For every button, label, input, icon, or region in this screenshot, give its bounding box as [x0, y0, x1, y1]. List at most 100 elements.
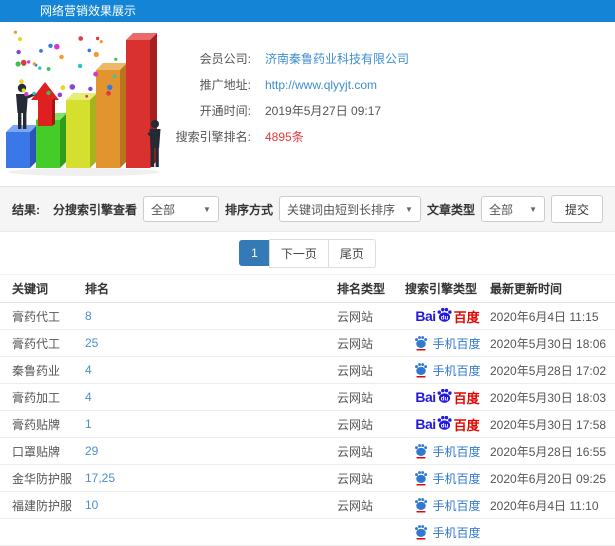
table-row: 手机百度 — [0, 519, 615, 546]
info-field-row: 开通时间: 2019年5月27日 09:17 — [155, 98, 409, 124]
baidu-paw-icon: du — [437, 307, 452, 322]
baidu-bai-text: Bai — [415, 416, 436, 432]
updated-cell: 2020年5月30日 18:06 — [490, 336, 607, 351]
chevron-down-icon: ▼ — [529, 204, 537, 214]
filter-label: 排序方式 — [224, 202, 273, 217]
info-field-label: 开通时间: — [199, 104, 251, 118]
pagination-last-button[interactable]: 尾页 — [327, 238, 376, 268]
baidu-cn-text: 百度 — [453, 417, 480, 433]
baidu-mobile-logo: 手机百度 — [414, 497, 481, 514]
keyword-cell: 膏药加工 — [12, 390, 61, 405]
table-row: 膏药代工 8 云网站 Bai du 百度 2020年6月4日 11:15 — [0, 303, 615, 330]
info-field-value[interactable]: 济南秦鲁药业科技有限公司 — [265, 46, 409, 72]
rank-link[interactable]: 29 — [85, 444, 337, 458]
baidu-cn-text: 百度 — [453, 390, 480, 406]
pagination-next-button[interactable]: 下一页 — [268, 238, 329, 268]
rank-type-cell: 云网站 — [337, 498, 374, 513]
rank-type-cell: 云网站 — [337, 471, 374, 486]
sort-order-select[interactable]: 关键词由短到长排序 ▼ — [278, 196, 421, 222]
pagination: 1 下一页 尾页 — [0, 232, 615, 274]
baidu-mobile-logo: 手机百度 — [414, 362, 481, 379]
column-header: 排名 — [85, 282, 110, 296]
baidu-mobile-logo: 手机百度 — [414, 443, 481, 460]
table-row: 膏药贴牌 1 云网站 Bai du 百度 2020年5月30日 17:58 — [0, 411, 615, 438]
table-header-row: 关键词 排名 排名类型 搜索引擎类型 最新更新时间 — [0, 274, 615, 303]
info-field-label: 推广地址: — [199, 78, 251, 92]
results-filter-bar: 结果: 分搜索引擎查看 全部 ▼ 排序方式 关键词由短到长排序 ▼ 文章类型 全部 ▼ 提交 — [0, 186, 615, 232]
baidu-mobile-text: 手机百度 — [432, 471, 481, 486]
baidu-mobile-text: 手机百度 — [432, 363, 481, 378]
updated-cell: 2020年5月28日 16:55 — [490, 444, 607, 459]
updated-cell: 2020年6月20日 09:25 — [490, 471, 607, 486]
info-field-row: 推广地址: http://www.qlyyjt.com — [155, 72, 409, 98]
baidu-paw-icon: du — [437, 415, 452, 430]
table-row: 膏药加工 4 云网站 Bai du 百度 2020年5月30日 18:03 — [0, 384, 615, 411]
filter-controls: 分搜索引擎查看 全部 ▼ 排序方式 关键词由短到长排序 ▼ 文章类型 全部 ▼ 提交 — [53, 195, 603, 223]
filter-label: 分搜索引擎查看 — [52, 202, 137, 217]
rank-link[interactable]: 10 — [85, 498, 337, 512]
baidu-mobile-paw-icon — [415, 525, 428, 540]
engine-cell: 手机百度 — [405, 362, 490, 379]
baidu-mobile-paw-icon — [415, 498, 428, 513]
page-header: 网络营销效果展示 — [0, 0, 615, 22]
page-title: 网络营销效果展示 — [40, 4, 137, 18]
keyword-ranking-table: 关键词 排名 排名类型 搜索引擎类型 最新更新时间 膏药代工 8 云网站 Bai du 百度 202… — [0, 274, 615, 546]
rank-link[interactable]: 4 — [85, 390, 337, 404]
company-info-fields: 会员公司: 济南秦鲁药业科技有限公司推广地址: http://www.qlyyjt.… — [155, 46, 409, 150]
keyword-cell: 福建防护服 — [12, 498, 73, 513]
baidu-mobile-logo: 手机百度 — [414, 335, 481, 352]
rank-type-cell: 云网站 — [337, 390, 374, 405]
baidu-pc-logo: Bai du 百度 — [415, 307, 480, 326]
submit-button[interactable]: 提交 — [550, 195, 603, 223]
engine-cell: 手机百度 — [405, 524, 490, 541]
rank-type-cell: 云网站 — [337, 444, 374, 459]
updated-cell: 2020年5月30日 17:58 — [490, 417, 607, 432]
keyword-cell: 金华防护服 — [12, 471, 73, 486]
keyword-cell: 秦鲁药业 — [12, 363, 61, 378]
baidu-pc-logo: Bai du 百度 — [415, 388, 480, 407]
engine-cell: 手机百度 — [405, 470, 490, 487]
engine-cell: Bai du 百度 — [405, 415, 490, 434]
baidu-mobile-paw-icon — [415, 363, 428, 378]
engine-filter-select[interactable]: 全部 ▼ — [142, 196, 219, 222]
engine-cell: 手机百度 — [405, 443, 490, 460]
engine-cell: Bai du 百度 — [405, 388, 490, 407]
rank-link[interactable]: 4 — [85, 363, 337, 377]
updated-cell: 2020年6月4日 11:10 — [490, 498, 599, 513]
table-row: 口罩贴牌 29 云网站 手机百度 2020年5月28日 16:55 — [0, 438, 615, 465]
baidu-du-text: du — [440, 422, 448, 429]
column-header: 搜索引擎类型 — [405, 282, 478, 296]
baidu-du-text: du — [440, 314, 448, 321]
updated-cell: 2020年5月30日 18:03 — [490, 390, 607, 405]
rank-link[interactable]: 17,25 — [85, 471, 337, 485]
baidu-mobile-paw-icon — [415, 471, 428, 486]
updated-cell: 2020年5月28日 17:02 — [490, 363, 607, 378]
rank-link[interactable]: 1 — [85, 417, 337, 431]
updated-cell: 2020年6月4日 11:15 — [490, 309, 599, 324]
info-field-value: 2019年5月27日 09:17 — [265, 104, 382, 118]
keyword-cell: 膏药代工 — [12, 309, 61, 324]
info-field-row: 会员公司: 济南秦鲁药业科技有限公司 — [155, 46, 409, 72]
baidu-mobile-text: 手机百度 — [432, 444, 481, 459]
baidu-mobile-paw-icon — [415, 336, 428, 351]
engine-cell: 手机百度 — [405, 497, 490, 514]
article-type-select[interactable]: 全部 ▼ — [480, 196, 545, 222]
engine-cell: Bai du 百度 — [405, 307, 490, 326]
info-field-label: 搜索引擎排名: — [175, 130, 251, 144]
rank-link[interactable]: 25 — [85, 336, 337, 350]
pagination-page-1[interactable]: 1 — [239, 240, 270, 266]
keyword-cell: 口罩贴牌 — [12, 444, 61, 459]
rank-link[interactable]: 8 — [85, 309, 337, 323]
table-row: 金华防护服 17,25 云网站 手机百度 2020年6月20日 09:25 — [0, 465, 615, 492]
chart-bars — [6, 33, 157, 168]
businessman-left-figure — [16, 83, 37, 129]
baidu-paw-icon: du — [437, 388, 452, 403]
baidu-pc-logo: Bai du 百度 — [415, 415, 480, 434]
engine-cell: 手机百度 — [405, 335, 490, 352]
baidu-bai-text: Bai — [415, 389, 436, 405]
rank-type-cell: 云网站 — [337, 417, 374, 432]
baidu-mobile-paw-icon — [415, 444, 428, 459]
column-header: 排名类型 — [337, 282, 386, 296]
info-field-value[interactable]: http://www.qlyyjt.com — [265, 72, 377, 98]
select-value: 全部 — [488, 202, 513, 217]
